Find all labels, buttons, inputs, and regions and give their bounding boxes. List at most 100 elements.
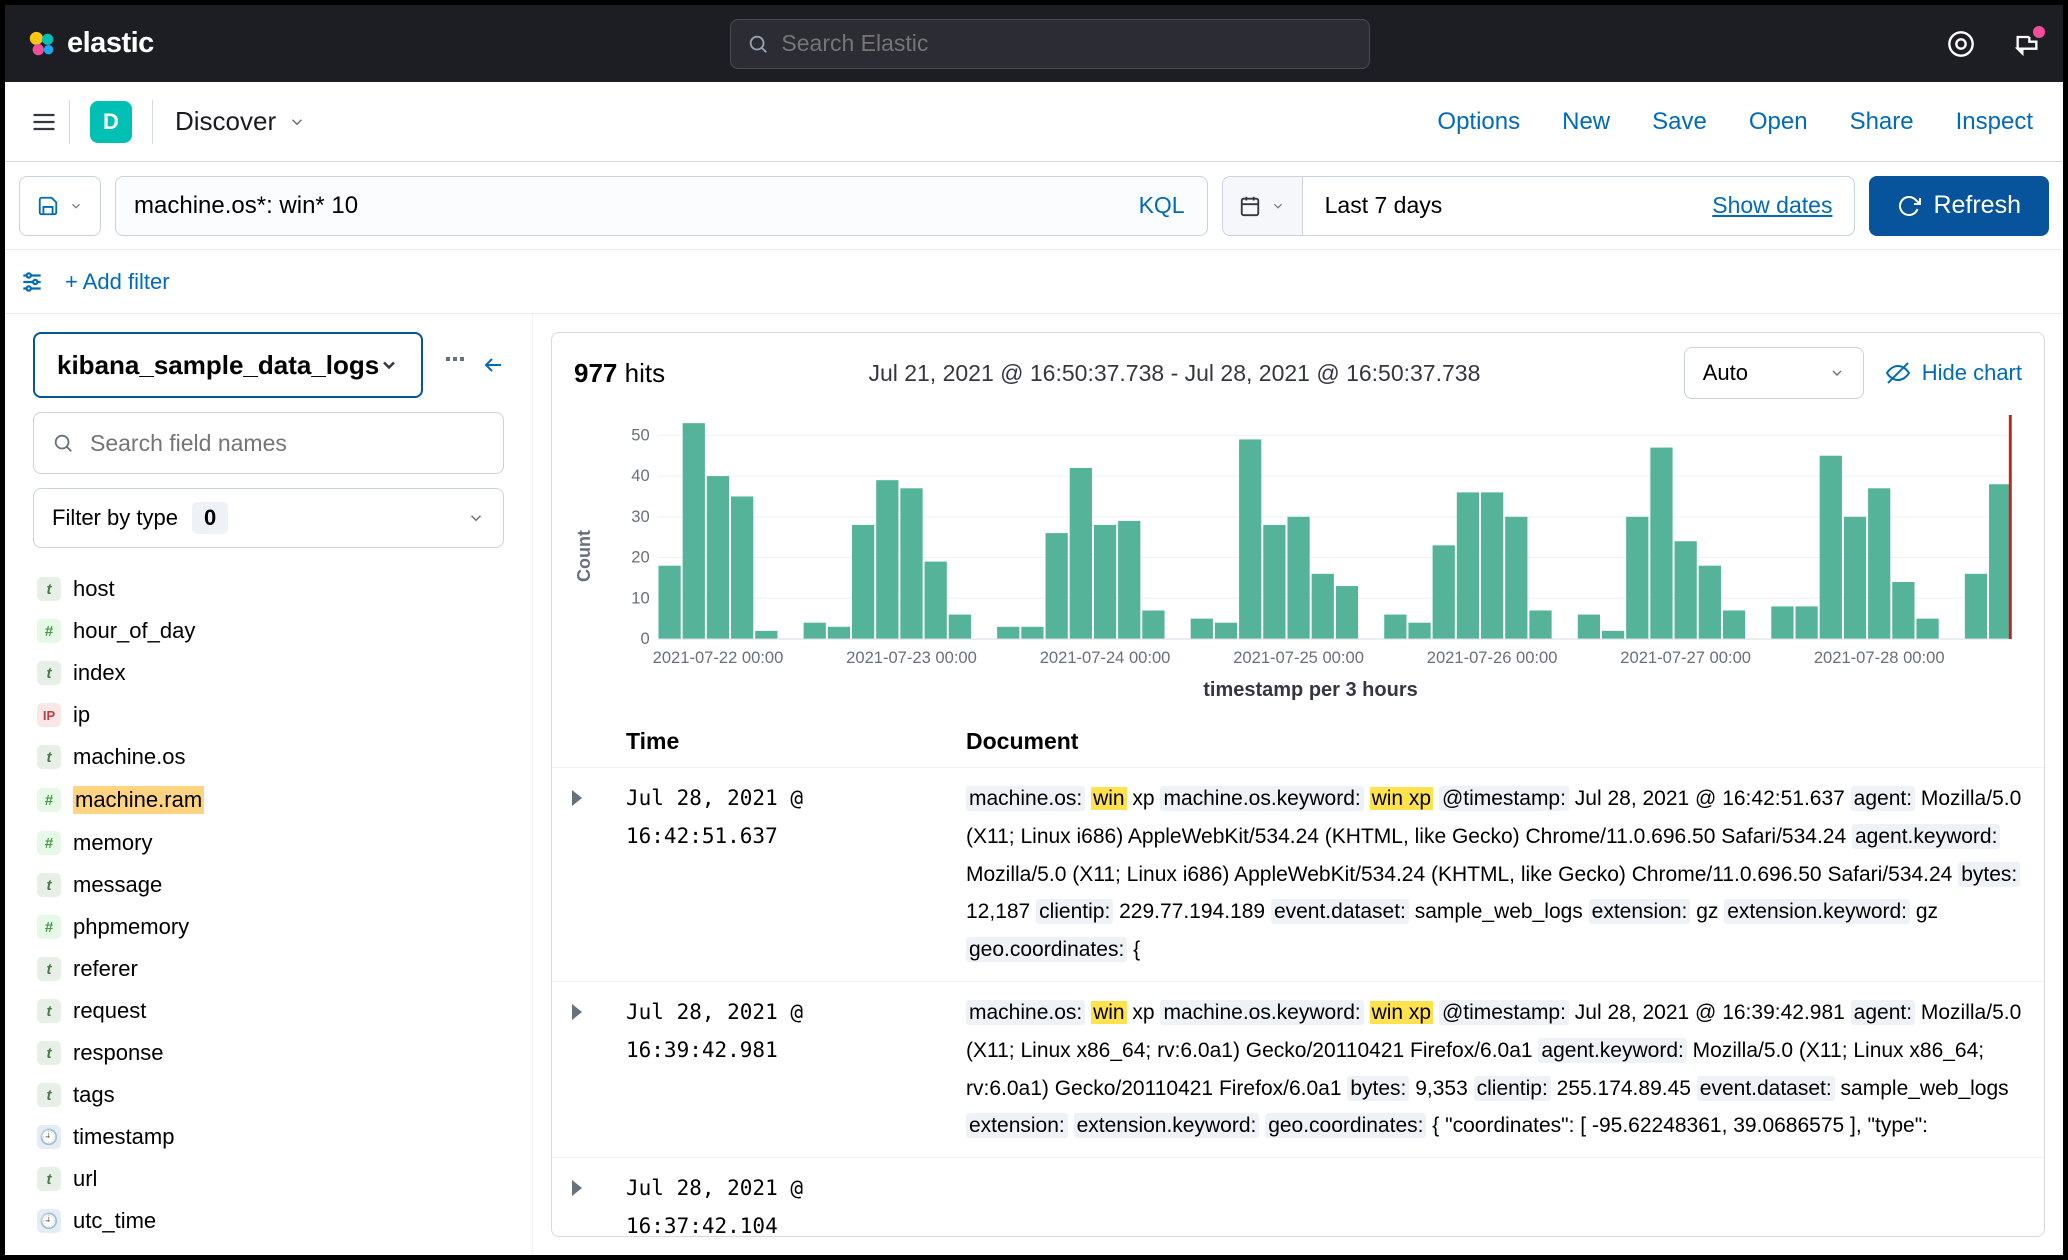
appbar-link-share[interactable]: Share: [1850, 108, 1914, 136]
field-item[interactable]: #machine.ram: [33, 778, 504, 822]
table-row[interactable]: Jul 28, 2021 @ 16:37:42.104: [552, 1158, 2044, 1236]
field-type-icon: t: [37, 1167, 61, 1191]
global-search-input[interactable]: [781, 30, 1353, 57]
field-type-icon: 🕘: [37, 1209, 61, 1233]
field-list[interactable]: thost#hour_of_daytindexIPiptmachine.os#m…: [33, 562, 504, 1237]
nav-toggle[interactable]: [19, 97, 69, 147]
index-pattern-select[interactable]: kibana_sample_data_logs: [33, 332, 423, 398]
type-filter-count: 0: [192, 502, 228, 534]
query-bar: KQL Last 7 days Show dates Refresh: [5, 162, 2063, 250]
elastic-logo[interactable]: elastic: [27, 27, 154, 60]
index-pattern-label: kibana_sample_data_logs: [57, 350, 379, 381]
field-name: ip: [73, 702, 90, 728]
global-search[interactable]: [730, 19, 1370, 69]
brand-text: elastic: [67, 27, 154, 60]
field-type-icon: t: [37, 1083, 61, 1107]
time-picker[interactable]: Last 7 days Show dates: [1222, 176, 1856, 236]
svg-text:10: 10: [631, 588, 649, 607]
chevron-down-icon: [288, 113, 306, 131]
filter-options-icon[interactable]: [19, 269, 45, 295]
field-name: index: [73, 660, 126, 686]
document-table[interactable]: Time Document Jul 28, 2021 @ 16:42:51.63…: [552, 716, 2044, 1236]
field-item[interactable]: ttags: [33, 1074, 504, 1116]
space-badge[interactable]: D: [90, 101, 132, 143]
field-name: request: [73, 998, 146, 1024]
field-item[interactable]: treferer: [33, 948, 504, 990]
field-item[interactable]: #phpmemory: [33, 906, 504, 948]
chart-y-label: Count: [574, 530, 595, 582]
field-type-icon: t: [37, 745, 61, 769]
histogram-chart[interactable]: Count 010203040502021-07-22 00:002021-07…: [552, 399, 2044, 716]
query-language[interactable]: KQL: [1139, 192, 1189, 219]
global-header: elastic: [5, 5, 2063, 82]
collapse-sidebar-icon[interactable]: [481, 353, 505, 377]
fields-sidebar: kibana_sample_data_logs Fil: [5, 314, 533, 1255]
interval-label: Auto: [1703, 360, 1748, 386]
svg-text:30: 30: [631, 507, 649, 526]
field-item[interactable]: #memory: [33, 822, 504, 864]
expand-icon[interactable]: [572, 1180, 582, 1196]
field-search-input[interactable]: [90, 430, 485, 457]
field-name: machine.os: [73, 744, 186, 770]
query-input-wrapper[interactable]: KQL: [115, 176, 1208, 236]
field-name: url: [73, 1166, 97, 1192]
refresh-button[interactable]: Refresh: [1869, 176, 2049, 236]
field-type-icon: #: [37, 831, 61, 855]
interval-select[interactable]: Auto: [1684, 347, 1864, 399]
breadcrumb[interactable]: Discover: [175, 106, 306, 137]
svg-text:2021-07-23 00:00: 2021-07-23 00:00: [846, 648, 977, 667]
field-type-icon: #: [37, 619, 61, 643]
field-item[interactable]: turl: [33, 1158, 504, 1200]
svg-text:2021-07-25 00:00: 2021-07-25 00:00: [1233, 648, 1364, 667]
appbar-link-open[interactable]: Open: [1749, 108, 1808, 136]
newsfeed-icon[interactable]: [2013, 30, 2041, 58]
field-item[interactable]: 🕘 utc_time: [33, 1200, 504, 1237]
field-name: response: [73, 1040, 164, 1066]
svg-text:2021-07-22 00:00: 2021-07-22 00:00: [653, 648, 784, 667]
field-name: hour_of_day: [73, 618, 195, 644]
saved-query-button[interactable]: [19, 176, 101, 236]
field-item[interactable]: tindex: [33, 652, 504, 694]
field-name: tags: [73, 1082, 115, 1108]
hide-chart-button[interactable]: Hide chart: [1886, 360, 2022, 386]
field-name: machine.ram: [73, 786, 204, 814]
column-header-document[interactable]: Document: [966, 728, 2024, 755]
field-name: host: [73, 576, 115, 602]
svg-text:0: 0: [640, 629, 649, 648]
type-filter[interactable]: Filter by type 0: [33, 488, 504, 548]
field-type-icon: #: [37, 915, 61, 939]
field-item[interactable]: IP ip: [33, 694, 504, 736]
field-type-icon: t: [37, 873, 61, 897]
field-item[interactable]: 🕘timestamp: [33, 1116, 504, 1158]
show-dates-link[interactable]: Show dates: [1712, 192, 1832, 219]
table-row[interactable]: Jul 28, 2021 @ 16:39:42.981machine.os: w…: [552, 982, 2044, 1158]
add-filter-button[interactable]: + Add filter: [65, 269, 170, 295]
time-picker-quick[interactable]: [1223, 177, 1303, 235]
expand-icon[interactable]: [572, 1004, 582, 1020]
row-document: machine.os: win xp machine.os.keyword: w…: [966, 994, 2024, 1145]
field-name: utc_time: [73, 1208, 156, 1234]
column-header-time[interactable]: Time: [626, 728, 946, 755]
app-bar: D Discover Options New Save Open Share Inspec…: [5, 82, 2063, 162]
field-item[interactable]: tmessage: [33, 864, 504, 906]
expand-icon[interactable]: [572, 790, 582, 806]
field-type-icon: 🕘: [37, 1125, 61, 1149]
breadcrumb-label: Discover: [175, 106, 276, 137]
field-item[interactable]: t machine.os: [33, 736, 504, 778]
refresh-label: Refresh: [1933, 191, 2021, 220]
help-icon[interactable]: [1947, 30, 1975, 58]
appbar-link-options[interactable]: Options: [1437, 108, 1520, 136]
appbar-link-inspect[interactable]: Inspect: [1956, 108, 2033, 136]
field-item[interactable]: tresponse: [33, 1032, 504, 1074]
appbar-link-save[interactable]: Save: [1652, 108, 1707, 136]
svg-text:2021-07-26 00:00: 2021-07-26 00:00: [1427, 648, 1558, 667]
table-row[interactable]: Jul 28, 2021 @ 16:42:51.637machine.os: w…: [552, 768, 2044, 982]
field-type-icon: IP: [37, 703, 61, 727]
query-input[interactable]: [134, 192, 1129, 220]
sidebar-options-icon[interactable]: [443, 353, 467, 377]
field-item[interactable]: thost: [33, 568, 504, 610]
field-item[interactable]: trequest: [33, 990, 504, 1032]
field-item[interactable]: # hour_of_day: [33, 610, 504, 652]
field-search[interactable]: [33, 412, 504, 474]
appbar-link-new[interactable]: New: [1562, 108, 1610, 136]
